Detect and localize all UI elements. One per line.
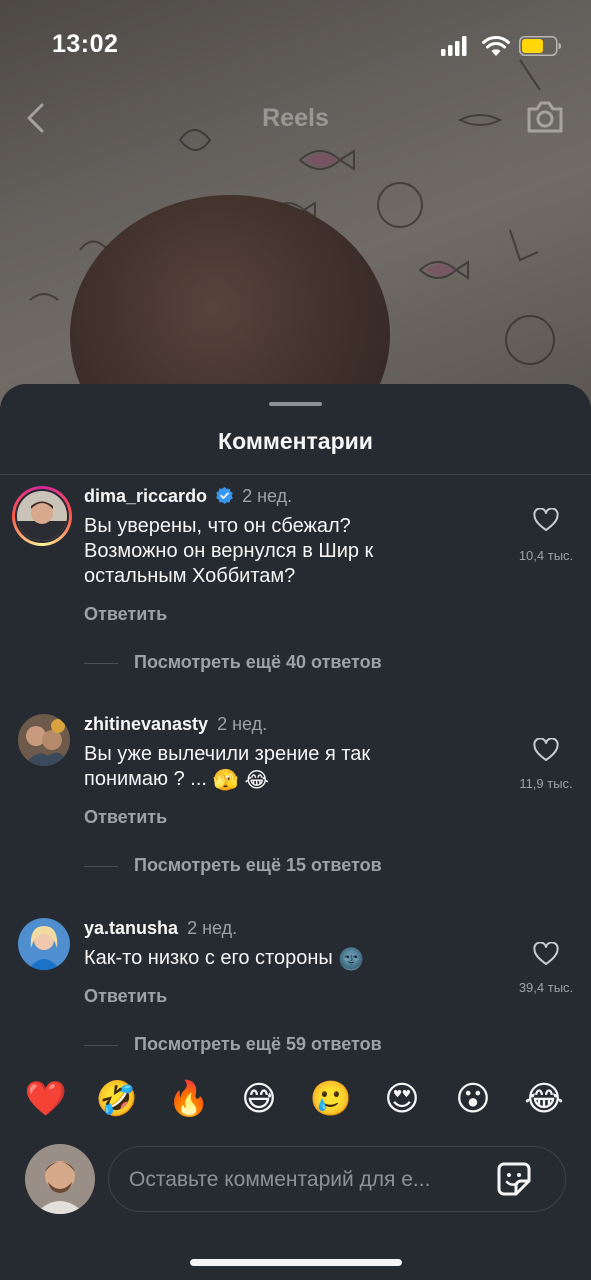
comment-header: ya.tanusha 2 нед. [84,918,237,939]
cellular-signal-icon [441,36,467,56]
heart-icon[interactable] [533,508,559,532]
like-count: 11,9 тыс. [519,776,573,791]
comment-timestamp: 2 нед. [187,918,238,938]
reaction-joy[interactable]: 😂 [521,1076,567,1122]
replies-line [84,865,118,867]
wifi-icon [482,35,510,56]
comment-timestamp: 2 нед. [242,486,293,506]
view-more-replies-button[interactable]: Посмотреть ещё 15 ответов [84,855,382,876]
comment-emojis: 🌚 [338,948,365,971]
avatar-image [18,918,70,970]
like-count: 39,4 тыс. [518,980,574,995]
avatar-image [25,1144,95,1214]
avatar[interactable] [18,714,70,766]
camera-icon[interactable] [525,99,565,135]
comment-text: Вы уверены, что он сбежал? Возможно он в… [84,515,374,587]
comment-header: dima_riccardo 2 нед. [84,486,292,507]
comment-emojis: 🫣 😂 [212,769,270,792]
reaction-heart[interactable]: ❤️ [23,1076,69,1122]
heart-icon[interactable] [533,738,559,762]
comment-header: zhitinevanasty 2 нед. [84,714,267,735]
avatar-image [18,714,70,766]
status-time: 13:02 [52,30,119,58]
current-user-avatar [25,1144,95,1214]
battery-icon [519,36,561,56]
comment-timestamp: 2 нед. [217,714,268,734]
reply-button[interactable]: Ответить [84,604,167,625]
replies-line [84,1044,118,1046]
comment-username[interactable]: zhitinevanasty [84,714,208,734]
avatar-image [17,491,67,541]
sheet-grabber[interactable] [269,402,322,406]
home-indicator[interactable] [190,1259,402,1266]
comment-text: Как-то низко с его стороны 🌚 [84,947,365,971]
reply-button[interactable]: Ответить [84,807,167,828]
comment-username[interactable]: dima_riccardo [84,486,207,506]
reaction-surprised[interactable]: 😮 [450,1076,496,1122]
reaction-tear-smile[interactable]: 🥲 [308,1076,354,1122]
heart-icon[interactable] [533,942,559,966]
divider [0,474,591,475]
reply-button[interactable]: Ответить [84,986,167,1007]
reaction-heart-eyes[interactable]: 😍 [379,1076,425,1122]
sticker-icon[interactable] [496,1161,532,1197]
avatar[interactable] [18,918,70,970]
status-bar: 13:02 [0,0,591,96]
view-more-replies-button[interactable]: Посмотреть ещё 59 ответов [84,1034,382,1055]
reaction-fire[interactable]: 🔥 [166,1076,212,1122]
reaction-sweat-smile[interactable]: 😅 [236,1076,282,1122]
replies-line [84,662,118,664]
verified-badge-icon [216,487,233,504]
avatar[interactable] [12,486,72,546]
like-count: 10,4 тыс. [518,548,574,563]
view-more-replies-button[interactable]: Посмотреть ещё 40 ответов [84,652,382,673]
emoji-reaction-bar: ❤️ 🤣 🔥 😅 🥲 😍 😮 😂 [0,1072,591,1126]
reels-header: Reels [0,96,591,140]
comment-username[interactable]: ya.tanusha [84,918,178,938]
reaction-rofl[interactable]: 🤣 [94,1076,140,1122]
reels-title: Reels [262,104,329,132]
comment-text: Вы уже вылечили зрение я так понимаю ? .… [84,743,371,792]
sheet-title: Комментарии [218,428,373,454]
comment-input-placeholder: Оставьте комментарий для е... [129,1168,431,1191]
comment-input[interactable]: Оставьте комментарий для е... [108,1146,566,1212]
